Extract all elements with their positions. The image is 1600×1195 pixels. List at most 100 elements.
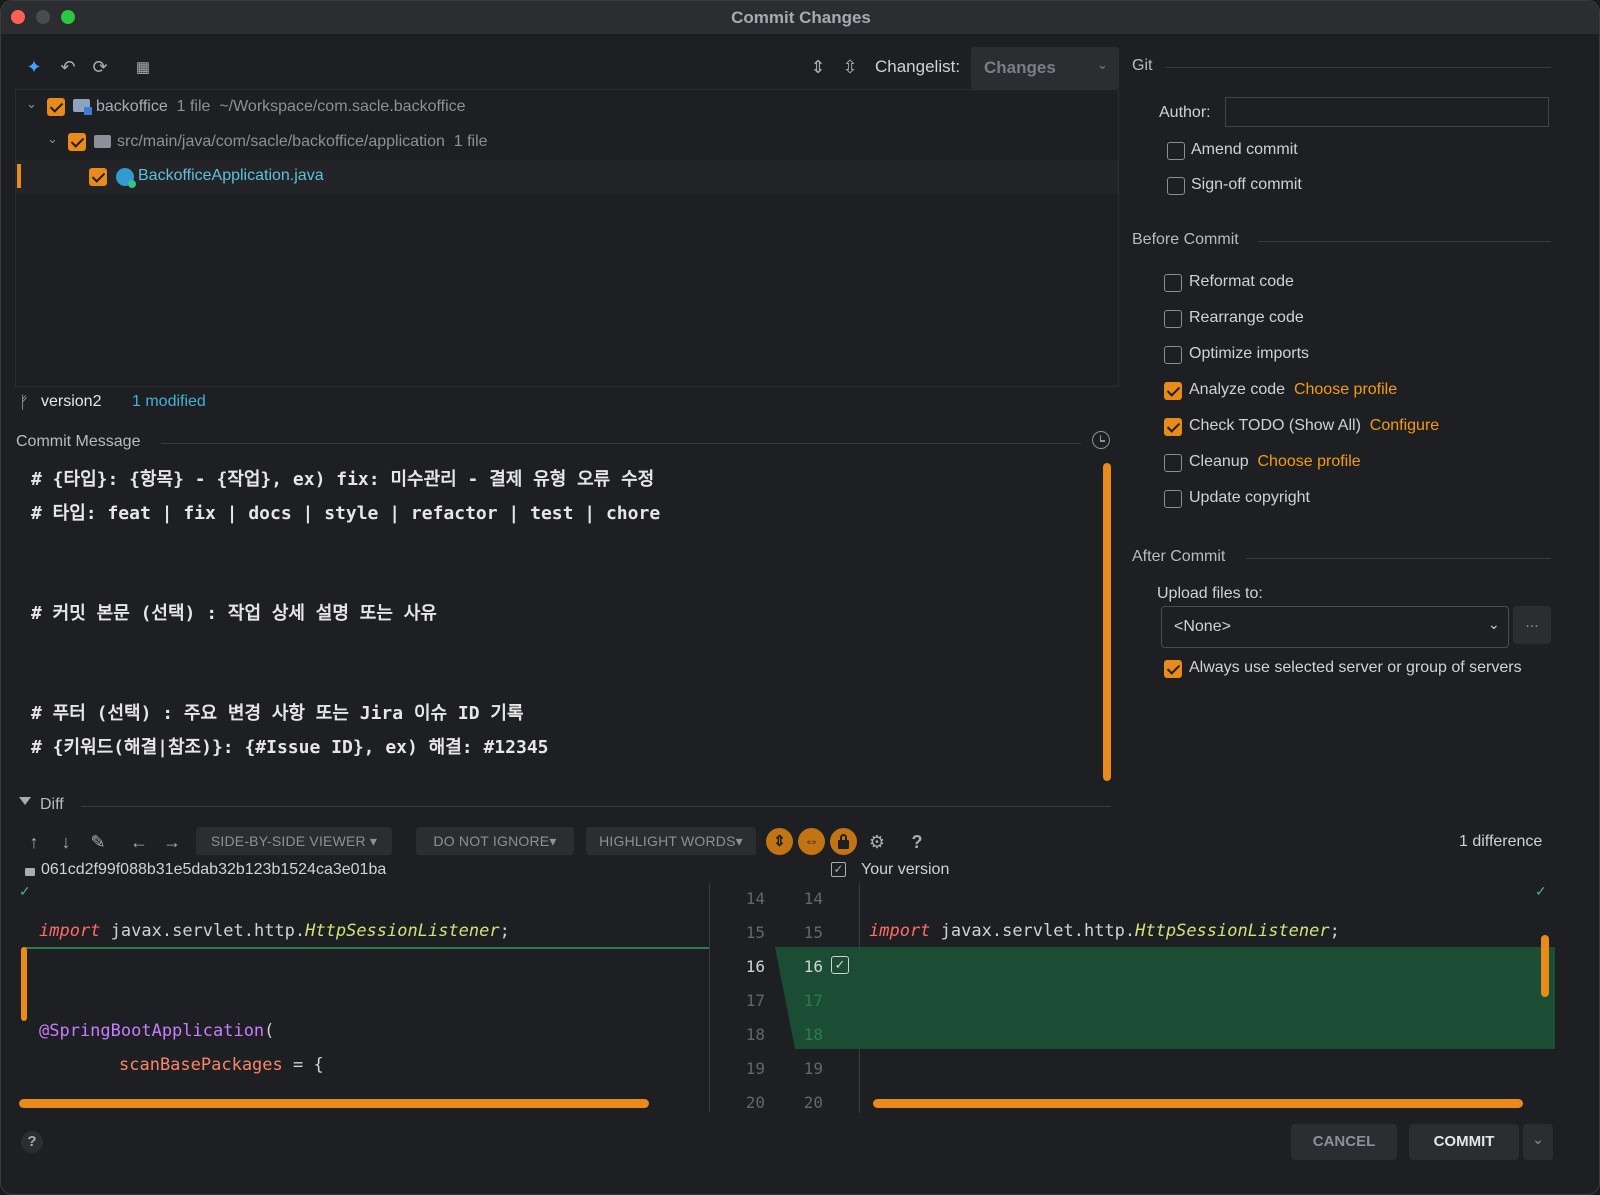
changelist-dropdown[interactable]: Changes ⌄ — [971, 47, 1119, 89]
update-copyright-checkbox[interactable] — [1164, 490, 1182, 508]
cleanup-label[interactable]: Cleanup Choose profile — [1189, 453, 1361, 471]
commit-options-chevron-icon[interactable]: ⌄ — [1523, 1124, 1553, 1160]
code-line-left-15[interactable]: import javax.servlet.http.HttpSessionLis… — [39, 921, 510, 941]
tree-folder-label[interactable]: src/main/java/com/sacle/backoffice/appli… — [117, 133, 488, 151]
help-icon[interactable]: ? — [906, 831, 928, 853]
separator — [1166, 67, 1551, 68]
reformat-code-label[interactable]: Reformat code — [1189, 273, 1294, 291]
checkmark-icon: ✓ — [19, 883, 31, 899]
ignore-whitespace-dropdown[interactable]: DO NOT IGNORE▾ — [416, 827, 574, 855]
amend-commit-label[interactable]: Amend commit — [1191, 141, 1298, 159]
modified-count[interactable]: 1 modified — [132, 393, 206, 411]
file-checkbox[interactable] — [89, 168, 107, 186]
group-by-icon[interactable]: ▦ — [132, 57, 154, 79]
title-bar: Commit Changes — [1, 1, 1599, 35]
reformat-code-checkbox[interactable] — [1164, 274, 1182, 292]
separator — [161, 443, 1081, 444]
commit-button[interactable]: COMMIT — [1409, 1124, 1519, 1160]
collapse-triangle-icon[interactable] — [19, 797, 31, 805]
changes-tree: ⌄ backoffice 1 file ~/Workspace/com.sacl… — [15, 89, 1119, 387]
collapse-unchanged-icon[interactable]: ⇕ — [766, 828, 793, 855]
rollback-icon[interactable]: ↶ — [57, 56, 79, 78]
code-line-left-18[interactable]: @SpringBootApplication( — [39, 1021, 274, 1041]
cleanup-choose-profile-link[interactable]: Choose profile — [1258, 453, 1361, 470]
analyze-code-checkbox[interactable] — [1164, 382, 1182, 400]
line-number: 18 — [745, 1025, 765, 1044]
edit-icon[interactable]: ✎ — [87, 831, 109, 853]
rearrange-code-checkbox[interactable] — [1164, 310, 1182, 328]
arrow-up-icon[interactable]: ↑ — [23, 831, 45, 853]
lock-icon — [25, 868, 35, 876]
diff-section-label[interactable]: Diff — [40, 796, 64, 814]
include-change-checkbox[interactable]: ✓ — [831, 956, 849, 974]
tree-root-label[interactable]: backoffice 1 file ~/Workspace/com.sacle.… — [96, 98, 466, 116]
arrow-left-icon[interactable]: ← — [128, 831, 150, 853]
revision-hash: 061cd2f99f088b31e5dab32b123b1524ca3e01ba — [41, 861, 387, 878]
help-button[interactable]: ? — [21, 1131, 43, 1153]
always-use-server-label[interactable]: Always use selected server or group of s… — [1189, 659, 1522, 677]
branch-icon: ᚠ — [19, 393, 30, 412]
analyze-choose-profile-link[interactable]: Choose profile — [1294, 381, 1397, 398]
browse-servers-button[interactable]: ... — [1513, 606, 1551, 644]
upload-files-label: Upload files to: — [1157, 585, 1263, 602]
arrow-down-icon[interactable]: ↓ — [55, 831, 77, 853]
rearrange-code-label[interactable]: Rearrange code — [1189, 309, 1304, 327]
commit-dialog: Commit Changes ✦ ↶ ⟳ ▦ ⇕ ⇳ Changelist: C… — [0, 0, 1600, 1195]
optimize-imports-label[interactable]: Optimize imports — [1189, 345, 1309, 363]
vertical-scrollbar[interactable] — [1103, 463, 1111, 781]
refresh-icon[interactable]: ⟳ — [89, 56, 111, 78]
collapse-all-icon[interactable]: ⇳ — [839, 56, 861, 78]
gear-icon[interactable]: ⚙ — [866, 831, 888, 853]
vertical-scrollbar[interactable] — [1541, 935, 1549, 997]
cancel-button[interactable]: CANCEL — [1291, 1124, 1397, 1160]
horizontal-scrollbar-right[interactable] — [873, 1099, 1523, 1108]
lock-icon[interactable] — [830, 828, 857, 855]
commit-message-editor[interactable]: # {타입}: {항목} - {작업}, ex) fix: 미수관리 - 결제 … — [15, 457, 1119, 789]
expand-all-icon[interactable]: ⇕ — [807, 56, 829, 78]
code-line-right-15[interactable]: import javax.servlet.http.HttpSessionLis… — [869, 921, 1340, 941]
tree-file-row[interactable]: BackofficeApplication.java — [16, 160, 1118, 194]
changelist-value: Changes — [984, 58, 1056, 77]
folder-checkbox[interactable] — [68, 133, 86, 151]
line-number: 14 — [803, 889, 823, 908]
chevron-down-icon[interactable]: ⌄ — [47, 131, 58, 147]
root-checkbox[interactable] — [47, 98, 65, 116]
history-icon[interactable] — [1092, 431, 1110, 449]
check-todo-label[interactable]: Check TODO (Show All) Configure — [1189, 417, 1439, 435]
module-folder-icon — [73, 99, 92, 115]
file-name: BackofficeApplication.java — [138, 167, 324, 184]
folder-icon — [94, 135, 111, 148]
upload-server-value: <None> — [1174, 618, 1231, 635]
separator — [1258, 241, 1551, 242]
signoff-commit-checkbox[interactable] — [1167, 177, 1185, 195]
todo-configure-link[interactable]: Configure — [1370, 417, 1439, 434]
sync-scroll-icon[interactable]: ⇔ — [798, 828, 825, 855]
line-number: 18 — [803, 1025, 823, 1044]
before-commit-section-label: Before Commit — [1132, 231, 1239, 248]
arrow-right-icon[interactable]: → — [161, 831, 183, 853]
line-number: 20 — [745, 1093, 765, 1112]
upload-server-select[interactable]: <None> ⌄ — [1161, 606, 1509, 648]
horizontal-scrollbar-left[interactable] — [19, 1099, 649, 1108]
highlight-dropdown[interactable]: HIGHLIGHT WORDS▾ — [586, 827, 756, 855]
check-todo-checkbox[interactable] — [1164, 418, 1182, 436]
pin-icon[interactable]: ✦ — [23, 56, 45, 78]
added-lines-highlight — [861, 947, 1555, 1049]
update-copyright-label[interactable]: Update copyright — [1189, 489, 1310, 507]
amend-commit-checkbox[interactable] — [1167, 142, 1185, 160]
chevron-down-icon[interactable]: ⌄ — [26, 96, 37, 112]
line-number: 19 — [803, 1059, 823, 1078]
optimize-imports-checkbox[interactable] — [1164, 346, 1182, 364]
code-line-left-19[interactable]: scanBasePackages = { — [119, 1055, 324, 1075]
always-use-server-checkbox[interactable] — [1164, 660, 1182, 678]
message-line: # {타입}: {항목} - {작업}, ex) fix: 미수관리 - 결제 … — [31, 469, 655, 490]
viewer-mode-dropdown[interactable]: SIDE-BY-SIDE VIEWER ▾ — [196, 827, 392, 855]
signoff-commit-label[interactable]: Sign-off commit — [1191, 176, 1302, 194]
line-number: 20 — [803, 1093, 823, 1112]
line-number: 17 — [745, 991, 765, 1010]
analyze-code-label[interactable]: Analyze code Choose profile — [1189, 381, 1397, 399]
include-checkbox[interactable]: ✓ — [831, 862, 846, 877]
author-input[interactable] — [1225, 97, 1549, 127]
message-line: # 커밋 본문 (선택) : 작업 상세 설명 또는 사유 — [31, 603, 437, 624]
cleanup-checkbox[interactable] — [1164, 454, 1182, 472]
